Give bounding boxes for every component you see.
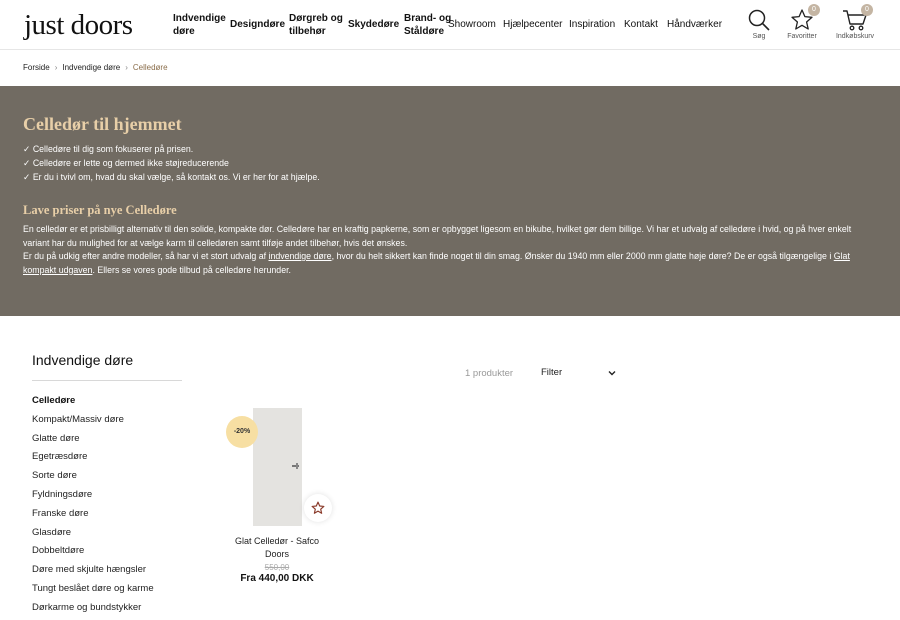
sidebar-item-glas[interactable]: Glasdøre — [32, 524, 154, 543]
cart-label: Indkøbskurv — [835, 33, 875, 40]
hero-subtitle: Lave priser på nye Celledøre — [23, 203, 177, 217]
product-old-price: 550,00 — [264, 563, 290, 572]
cart-button[interactable]: 0 Indkøbskurv — [835, 4, 875, 40]
sidebar-item-celledoere[interactable]: Celledøre — [32, 392, 154, 411]
nav-label-line1: Designdøre — [230, 19, 286, 30]
check-item: ✓ Celledøre til dig som fokuserer på pri… — [23, 144, 194, 154]
nav-label-line2: tilbehør — [289, 26, 326, 37]
breadcrumb-separator: › — [54, 63, 58, 72]
sidebar-item-dobbelt[interactable]: Dobbeltdøre — [32, 542, 154, 561]
filter-label: Filter — [541, 367, 563, 378]
check-item: ✓ Er du i tvivl om, hvad du skal vælge, … — [23, 172, 320, 182]
nav-doergreb[interactable]: Dørgreb og tilbehør — [289, 12, 343, 38]
product-name[interactable]: Glat Celledør - Safco Doors — [227, 535, 327, 561]
product-count: 1 produkter — [465, 368, 514, 379]
sidebar-item-doerkarme[interactable]: Dørkarme og bundstykker — [32, 599, 154, 618]
sidebar-divider — [32, 380, 182, 381]
search-label: Søg — [752, 33, 766, 40]
nav-brand-staaldoere[interactable]: Brand- og Ståldøre — [404, 12, 451, 38]
hero-checklist: ✓ Celledøre til dig som fokuserer på pri… — [23, 142, 320, 184]
nav-label-line2: døre — [173, 26, 195, 37]
chevron-down-icon — [608, 371, 616, 376]
search-button[interactable]: Søg — [739, 8, 779, 40]
nav-kontakt[interactable]: Kontakt — [624, 18, 658, 31]
nav-label-line1: Dørgreb og — [289, 13, 343, 24]
nav-inspiration[interactable]: Inspiration — [569, 18, 615, 31]
add-to-favorites-button[interactable] — [304, 494, 332, 522]
nav-haandvaerker[interactable]: Håndværker — [667, 18, 722, 31]
product-price: Fra 440,00 DKK — [240, 573, 314, 584]
sidebar-category-list: Celledøre Kompakt/Massiv døre Glatte dør… — [32, 392, 154, 618]
nav-label-line1: Indvendige — [173, 13, 226, 24]
breadcrumb-link-home[interactable]: Forside — [23, 63, 50, 72]
cart-count-badge: 0 — [861, 4, 873, 16]
nav-label-line1: Brand- og — [404, 13, 452, 24]
sidebar-item-fyldnings[interactable]: Fyldningsdøre — [32, 486, 154, 505]
logo[interactable]: just doors — [24, 7, 133, 43]
favorites-label: Favoritter — [787, 33, 817, 40]
sidebar-item-franske[interactable]: Franske døre — [32, 505, 154, 524]
filter-dropdown[interactable]: Filter — [541, 367, 619, 381]
door-handle-rose — [296, 463, 298, 469]
check-item: ✓ Celledøre er lette og dermed ikke støj… — [23, 158, 229, 168]
hero-paragraph-1: En celledør er et prisbilligt alternativ… — [23, 224, 852, 248]
category-hero: Celledør til hjemmet ✓ Celledøre til dig… — [0, 86, 900, 316]
sidebar-item-skjulte-haengsler[interactable]: Døre med skjulte hængsler — [32, 561, 154, 580]
product-image[interactable] — [253, 408, 302, 526]
nav-showroom[interactable]: Showroom — [448, 18, 496, 31]
sidebar-item-glatte[interactable]: Glatte døre — [32, 430, 154, 449]
breadcrumb-separator: › — [125, 63, 128, 72]
nav-designdoere[interactable]: Designdøre — [230, 18, 285, 31]
site-header: just doors Indvendige døre Designdøre Dø… — [0, 0, 900, 50]
hero-title: Celledør til hjemmet — [23, 114, 182, 134]
hero-text-part: . Ellers se vores gode tilbud på celledø… — [92, 264, 291, 275]
breadcrumb-current: Celledøre — [132, 63, 168, 72]
hero-paragraph-2: Er du på udkig efter andre modeller, så … — [23, 250, 879, 277]
discount-badge: -20% — [226, 416, 258, 448]
search-icon — [748, 9, 770, 31]
sidebar-item-egetraes[interactable]: Egetræsdøre — [32, 448, 154, 467]
hero-description: En celledør er et prisbilligt alternativ… — [23, 223, 879, 277]
sidebar-item-sorte[interactable]: Sorte døre — [32, 467, 154, 486]
link-indvendige-doere[interactable]: indvendige døre — [268, 251, 331, 261]
sidebar-item-tungt-beslaaet[interactable]: Tungt beslået døre og karme — [32, 580, 154, 599]
star-icon — [311, 501, 325, 514]
hero-text-part: Er du på udkig efter andre modeller, så … — [23, 251, 269, 261]
nav-indvendige-doere[interactable]: Indvendige døre — [173, 12, 226, 38]
breadcrumb: Forside › Indvendige døre › Celledøre — [23, 63, 168, 72]
favorites-button[interactable]: 0 Favoritter — [782, 4, 822, 40]
breadcrumb-link-indvendige[interactable]: Indvendige døre — [62, 63, 120, 72]
sidebar-item-kompakt[interactable]: Kompakt/Massiv døre — [32, 411, 154, 430]
nav-label-line1: Skydedøre — [348, 19, 400, 30]
nav-skydedoere[interactable]: Skydedøre — [348, 18, 399, 31]
sidebar-title: Indvendige døre — [32, 352, 134, 368]
nav-hjaelpecenter[interactable]: Hjælpecenter — [503, 18, 562, 31]
nav-label-line2: Ståldøre — [404, 26, 445, 37]
favorites-count-badge: 0 — [808, 4, 820, 16]
hero-text-part: , hvor du helt sikkert kan finde noget t… — [331, 251, 834, 261]
